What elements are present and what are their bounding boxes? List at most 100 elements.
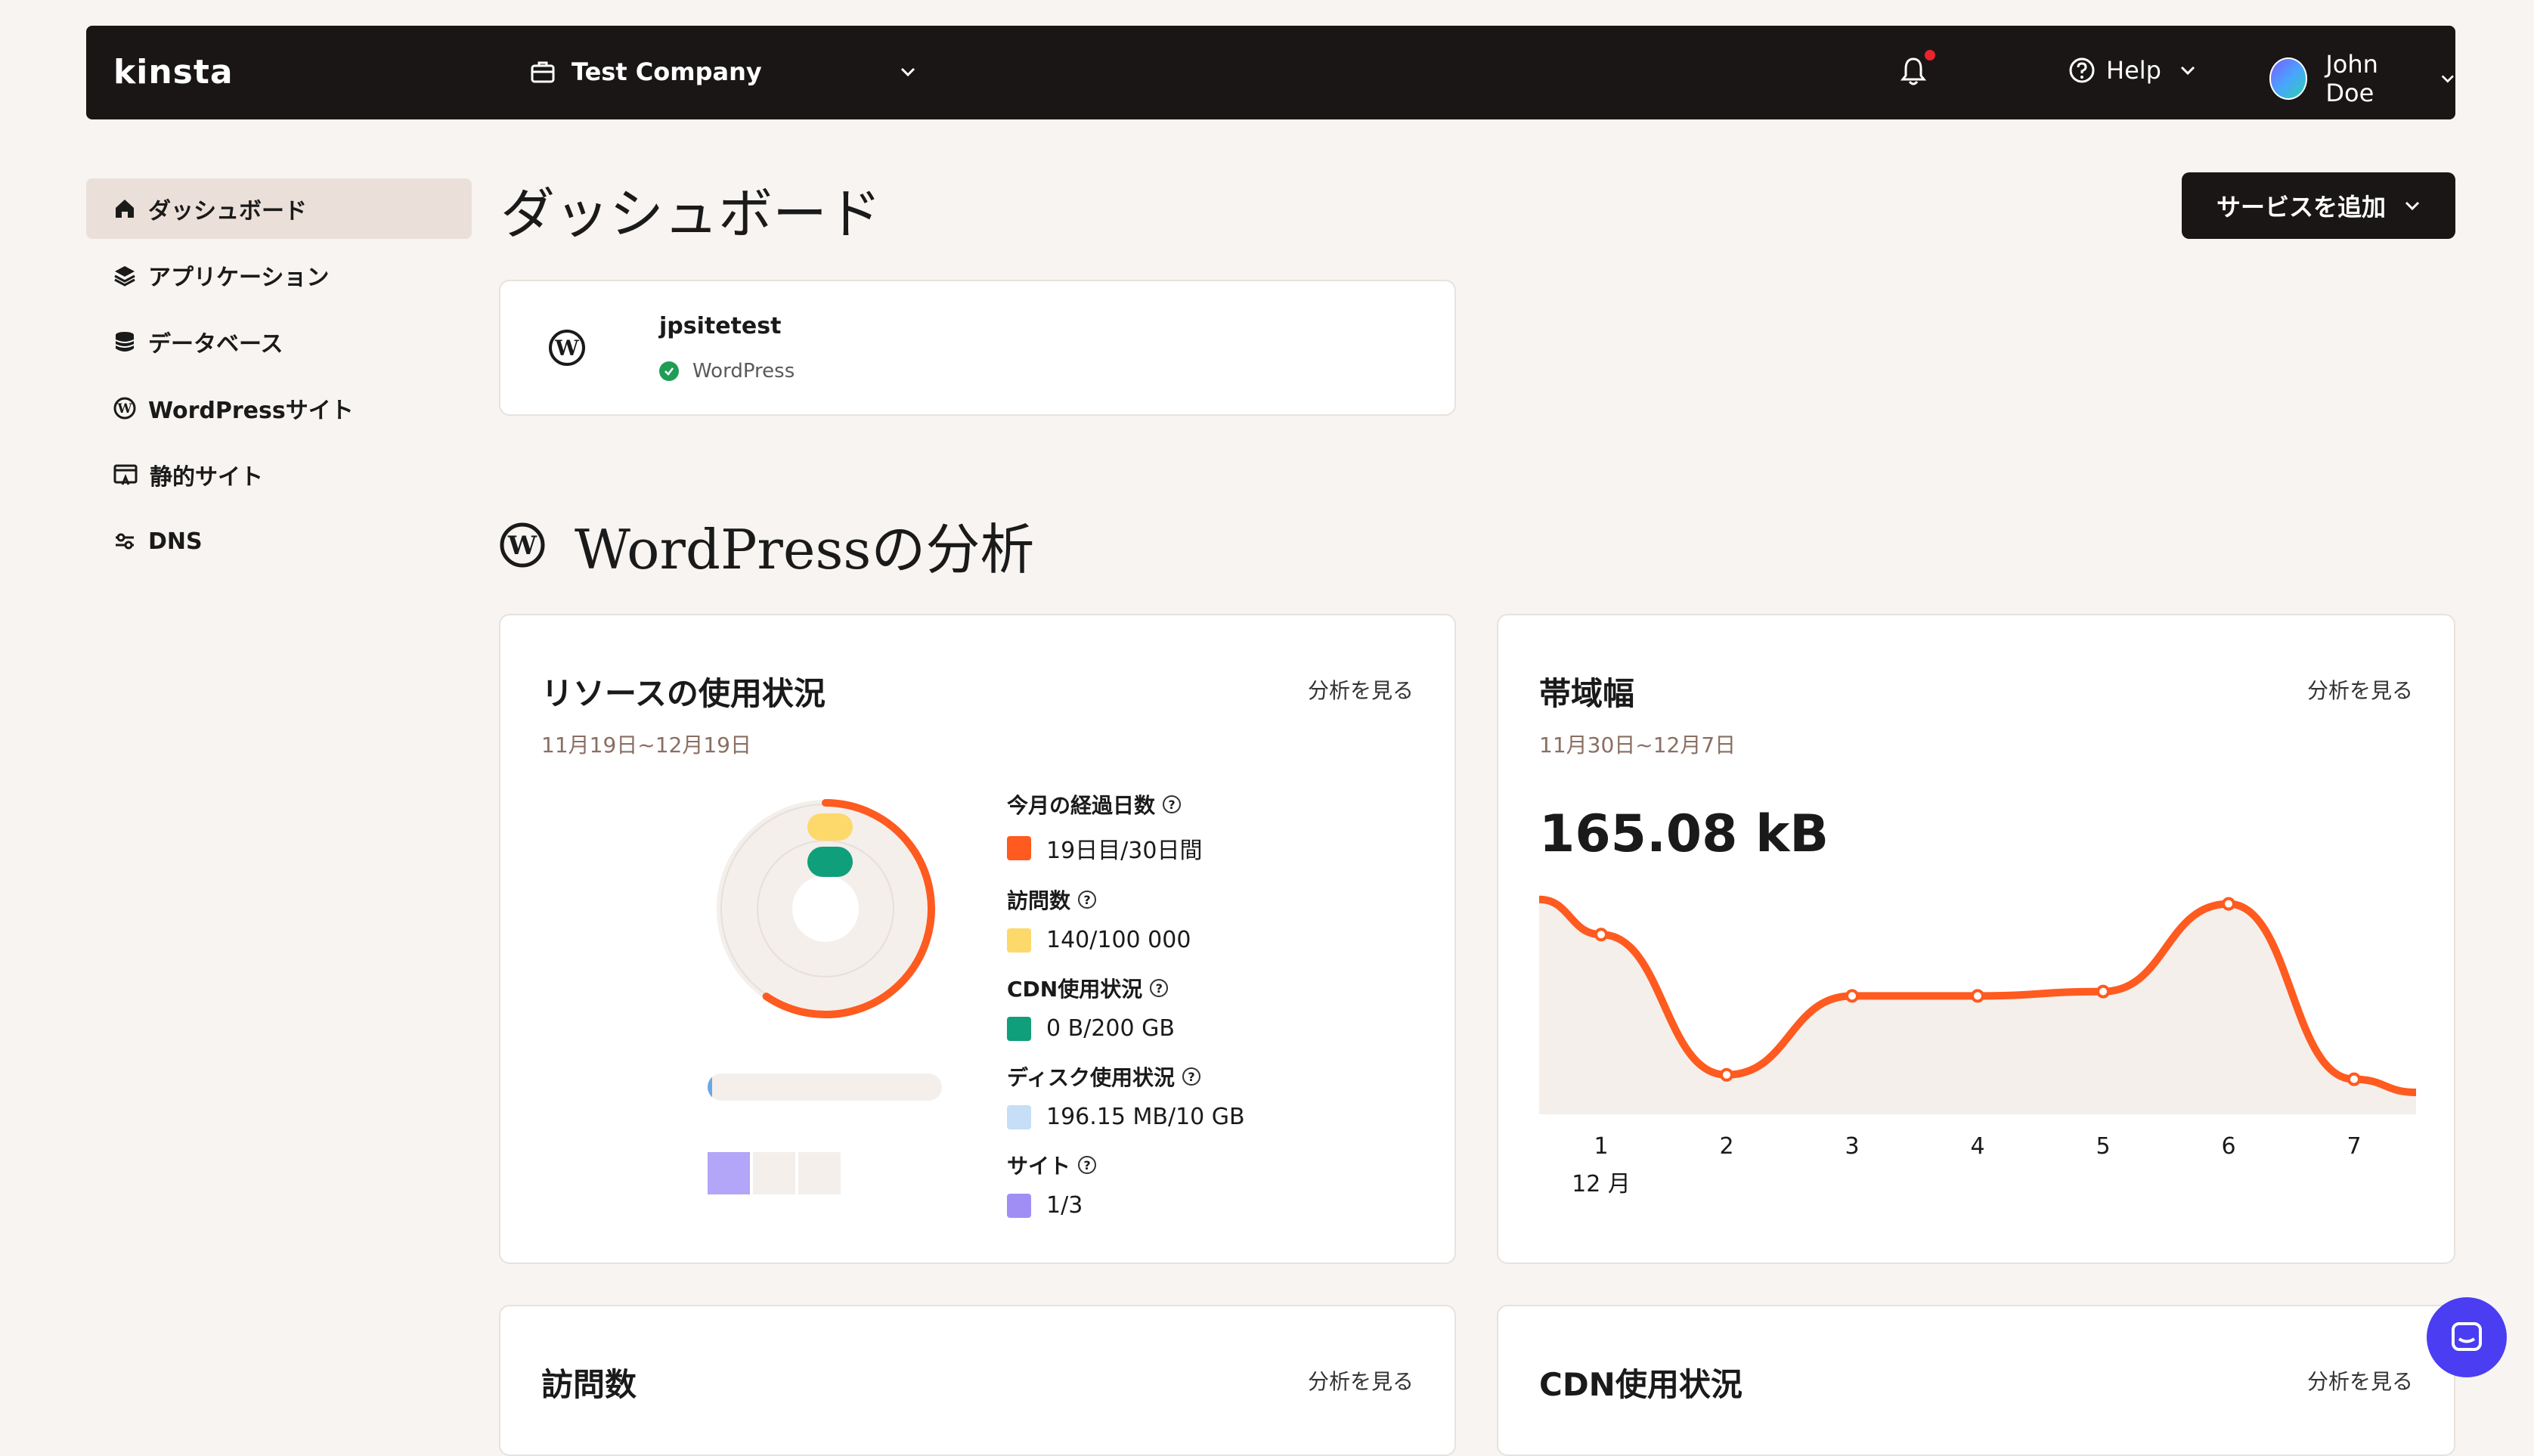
card-title: CDN使用状況 [1539, 1366, 1743, 1403]
bandwidth-area [1539, 899, 2416, 1114]
site-card[interactable]: W jpsitetest WordPress [499, 280, 1456, 416]
user-menu[interactable]: John Doe [2269, 50, 2455, 107]
chat-support-button[interactable] [2427, 1297, 2507, 1377]
disk-usage-fill [708, 1073, 713, 1101]
wordpress-icon: W [549, 330, 585, 366]
chevron-down-icon [2442, 75, 2455, 83]
legend-swatch [1007, 836, 1031, 860]
visits-card: 訪問数 分析を見る [499, 1305, 1456, 1456]
sidebar-item-dashboard[interactable]: ダッシュボード [86, 178, 472, 239]
legend-label: CDN使用状況 [1007, 977, 1143, 1002]
notification-badge [1925, 50, 1935, 60]
legend-value: 140/100 000 [1046, 927, 1191, 953]
data-point [1594, 928, 1608, 942]
cdn-bar [807, 847, 853, 877]
card-title: 帯域幅 [1539, 675, 1635, 712]
legend-label: サイト [1007, 1154, 1071, 1179]
data-point [1720, 1067, 1733, 1082]
legend-swatch [1007, 928, 1031, 953]
data-point [2347, 1072, 2361, 1086]
static-site-icon [113, 464, 138, 485]
view-analytics-link[interactable]: 分析を見る [1308, 1365, 1414, 1396]
site-name[interactable]: jpsitetest [659, 313, 781, 339]
legend-disk: ディスク使用状況? 196.15 MB/10 GB [1007, 1061, 1245, 1130]
sidebar-item-label: 静的サイト [150, 464, 263, 491]
add-service-label: サービスを追加 [2216, 193, 2386, 221]
sidebar-item-applications[interactable]: アプリケーション [86, 245, 472, 305]
bandwidth-card: 帯域幅 分析を見る 11月30日~12月7日 165.08 kB 1 2 3 4 5 6 7… [1497, 614, 2455, 1264]
kinsta-logo[interactable]: kinsta [113, 53, 234, 91]
legend-value: 1/3 [1046, 1192, 1083, 1219]
card-title: リソースの使用状況 [541, 675, 826, 712]
legend-swatch [1007, 1016, 1031, 1041]
data-point [2096, 984, 2110, 999]
help-label: Help [2106, 56, 2161, 85]
add-service-button[interactable]: サービスを追加 [2182, 172, 2455, 239]
home-icon [116, 200, 134, 218]
resource-usage-card: リソースの使用状況 分析を見る 11月19日~12月19日 今月の経過日数? 1… [499, 614, 1456, 1264]
sidebar-item-label: アプリケーション [148, 265, 330, 291]
svg-text:W: W [507, 531, 537, 561]
x-tick-label: 1 [1594, 1133, 1608, 1160]
top-navigation-bar: kinsta Test Company Help John Doe [86, 26, 2455, 119]
chevron-down-icon [2180, 66, 2195, 76]
help-icon[interactable]: ? [1182, 1067, 1201, 1086]
analytics-section-title: W WordPressの分析 [499, 505, 1034, 584]
chevron-down-icon [2405, 201, 2420, 211]
sidebar-item-label: ダッシュボード [148, 198, 307, 225]
site-block-free [753, 1152, 795, 1194]
x-tick-label: 2 [1719, 1133, 1733, 1160]
date-range: 11月30日~12月7日 [1539, 733, 1736, 757]
chevron-down-icon [900, 67, 915, 77]
bell-icon[interactable] [1900, 56, 1926, 86]
usage-radial-chart [717, 799, 935, 1018]
svg-text:W: W [116, 401, 132, 417]
x-tick-label: 3 [1845, 1133, 1859, 1160]
sidebar-item-static-sites[interactable]: 静的サイト [86, 445, 472, 505]
question-circle-icon [2069, 57, 2095, 83]
legend-sites: サイト? 1/3 [1007, 1150, 1245, 1219]
usage-legend: 今月の経過日数? 19日目/30日間 訪問数? 140/100 000 CDN使… [1007, 789, 1245, 1238]
briefcase-icon [531, 61, 555, 83]
page-title: ダッシュボード [500, 182, 882, 246]
user-name: John Doe [2325, 50, 2378, 107]
check-circle-icon [659, 361, 679, 381]
sites-usage-blocks [708, 1152, 841, 1194]
company-selector[interactable]: Test Company [531, 57, 916, 86]
dns-icon [116, 533, 134, 550]
legend-days: 今月の経過日数? 19日目/30日間 [1007, 789, 1245, 865]
help-icon[interactable]: ? [1078, 1156, 1097, 1174]
avatar [2269, 57, 2308, 100]
data-point [2222, 897, 2235, 911]
view-analytics-link[interactable]: 分析を見る [2307, 1365, 2413, 1396]
help-icon[interactable]: ? [1150, 979, 1169, 997]
site-status: WordPress [659, 360, 795, 383]
bandwidth-area-chart: 1 2 3 4 5 6 7 12 月 [1539, 895, 2416, 1197]
legend-swatch [1007, 1104, 1031, 1129]
sidebar-item-dns[interactable]: DNS [86, 511, 472, 572]
disk-usage-bar [708, 1073, 942, 1101]
legend-cdn: CDN使用状況? 0 B/200 GB [1007, 973, 1245, 1042]
view-analytics-link[interactable]: 分析を見る [1308, 674, 1414, 705]
view-analytics-link[interactable]: 分析を見る [2307, 674, 2413, 705]
date-range: 11月19日~12月19日 [541, 733, 751, 757]
svg-text:W: W [554, 336, 579, 361]
wordpress-icon: W [500, 522, 545, 567]
x-tick-label: 6 [2221, 1133, 2235, 1160]
sidebar-item-databases[interactable]: データベース [86, 311, 472, 372]
site-type: WordPress [692, 360, 795, 383]
sidebar-item-wordpress-sites[interactable]: W WordPressサイト [86, 378, 472, 438]
help-menu[interactable]: Help [2068, 56, 2196, 85]
x-tick-label: 4 [1970, 1133, 1984, 1160]
site-block-used [708, 1152, 750, 1194]
help-icon[interactable]: ? [1163, 795, 1182, 813]
cdn-usage-card: CDN使用状況 分析を見る [1497, 1305, 2455, 1456]
legend-swatch [1007, 1193, 1031, 1218]
legend-visits: 訪問数? 140/100 000 [1007, 884, 1245, 953]
database-icon [115, 332, 135, 352]
help-icon[interactable]: ? [1078, 891, 1097, 909]
bandwidth-total: 165.08 kB [1539, 804, 1829, 864]
x-tick-label: 5 [2096, 1133, 2110, 1160]
sidebar-item-label: WordPressサイト [148, 398, 354, 424]
chat-icon [2452, 1322, 2482, 1351]
